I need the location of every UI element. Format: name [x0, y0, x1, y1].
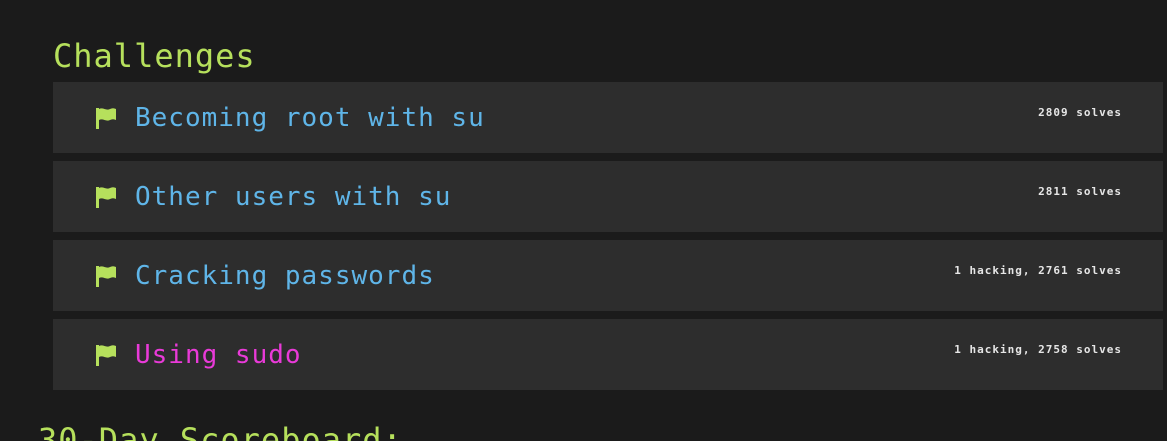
- flag-icon: [96, 187, 116, 208]
- challenge-stats: 1 hacking, 2761 solves: [954, 264, 1122, 277]
- challenge-item[interactable]: Other users with su 2811 solves: [53, 161, 1163, 232]
- challenge-item[interactable]: Cracking passwords 1 hacking, 2761 solve…: [53, 240, 1163, 311]
- challenge-stats: 2809 solves: [1038, 106, 1122, 119]
- flag-icon: [96, 108, 116, 129]
- flag-icon: [96, 345, 116, 366]
- challenge-item[interactable]: Becoming root with su 2809 solves: [53, 82, 1163, 153]
- challenge-stats: 1 hacking, 2758 solves: [954, 343, 1122, 356]
- challenge-name[interactable]: Using sudo: [135, 339, 302, 371]
- challenge-name[interactable]: Other users with su: [135, 181, 451, 213]
- challenge-stats: 2811 solves: [1038, 185, 1122, 198]
- challenge-name[interactable]: Becoming root with su: [135, 102, 485, 134]
- flag-icon: [96, 266, 116, 287]
- challenge-name[interactable]: Cracking passwords: [135, 260, 435, 292]
- challenge-item[interactable]: Using sudo 1 hacking, 2758 solves: [53, 319, 1163, 390]
- challenges-heading: Challenges: [53, 37, 256, 75]
- challenge-list: Becoming root with su 2809 solves Other …: [53, 82, 1163, 398]
- scoreboard-heading: 30-Day Scoreboard:: [38, 421, 403, 441]
- page: Challenges Becoming root with su 2809 so…: [0, 0, 1167, 441]
